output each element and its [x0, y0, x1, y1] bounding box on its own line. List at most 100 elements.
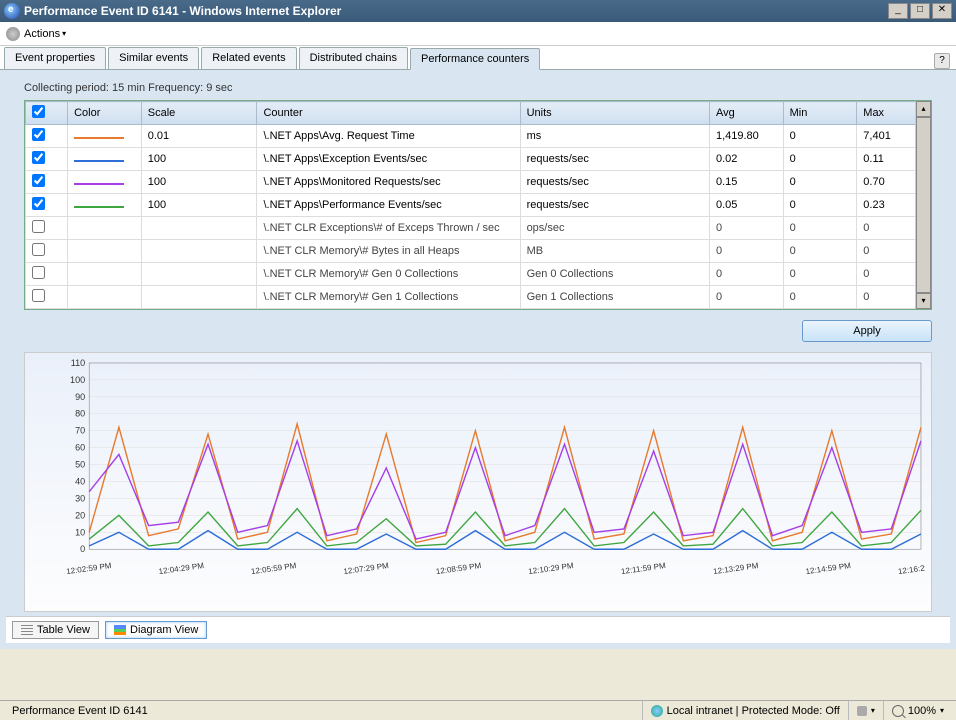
- tab-related-events[interactable]: Related events: [201, 47, 296, 69]
- scroll-down-icon[interactable]: ▾: [916, 293, 931, 309]
- chevron-down-icon: ▾: [940, 706, 944, 715]
- table-row[interactable]: \.NET CLR Memory\# Bytes in all HeapsMB0…: [26, 240, 931, 263]
- cell-counter: \.NET Apps\Exception Events/sec: [257, 148, 520, 171]
- window-titlebar: Performance Event ID 6141 - Windows Inte…: [0, 0, 956, 22]
- svg-text:60: 60: [75, 443, 85, 453]
- cell-min: 0: [783, 171, 857, 194]
- close-button[interactable]: ✕: [932, 3, 952, 19]
- table-row[interactable]: 100\.NET Apps\Monitored Requests/secrequ…: [26, 171, 931, 194]
- table-row[interactable]: \.NET CLR Memory\# Gen 0 CollectionsGen …: [26, 263, 931, 286]
- cell-scale: [141, 286, 257, 309]
- cell-scale: [141, 217, 257, 240]
- svg-text:80: 80: [75, 409, 85, 419]
- cell-avg: 0: [709, 263, 783, 286]
- performance-chart: 010203040506070809010011012:02:59 PM12:0…: [24, 352, 932, 612]
- actions-menu[interactable]: Actions: [24, 28, 60, 40]
- cell-min: 0: [783, 286, 857, 309]
- cell-units: requests/sec: [520, 194, 709, 217]
- cell-scale: 100: [141, 148, 257, 171]
- table-view-button[interactable]: Table View: [12, 621, 99, 639]
- tab-distributed-chains[interactable]: Distributed chains: [299, 47, 408, 69]
- view-toggle-bar: Table View Diagram View: [6, 616, 950, 643]
- scroll-thumb[interactable]: [916, 117, 931, 293]
- lock-icon: [857, 706, 867, 716]
- counters-grid: ColorScaleCounterUnitsAvgMinMax 0.01\.NE…: [24, 100, 932, 310]
- svg-text:12:13:29 PM: 12:13:29 PM: [713, 561, 759, 576]
- svg-text:10: 10: [75, 527, 85, 537]
- color-swatch: [74, 160, 124, 162]
- tab-similar-events[interactable]: Similar events: [108, 47, 199, 69]
- cell-scale: [141, 240, 257, 263]
- maximize-button[interactable]: □: [910, 3, 930, 19]
- row-checkbox[interactable]: [32, 289, 45, 302]
- diagram-view-button[interactable]: Diagram View: [105, 621, 207, 639]
- row-checkbox[interactable]: [32, 220, 45, 233]
- svg-text:12:07:29 PM: 12:07:29 PM: [343, 561, 389, 576]
- svg-text:70: 70: [75, 426, 85, 436]
- cell-counter: \.NET CLR Exceptions\# of Exceps Thrown …: [257, 217, 520, 240]
- col-scale[interactable]: Scale: [141, 102, 257, 125]
- col-min[interactable]: Min: [783, 102, 857, 125]
- table-row[interactable]: \.NET CLR Memory\# Gen 1 CollectionsGen …: [26, 286, 931, 309]
- row-checkbox[interactable]: [32, 243, 45, 256]
- col-counter[interactable]: Counter: [257, 102, 520, 125]
- status-security[interactable]: ▾: [848, 701, 883, 720]
- cell-avg: 1,419.80: [709, 125, 783, 148]
- tab-event-properties[interactable]: Event properties: [4, 47, 106, 69]
- cell-units: ms: [520, 125, 709, 148]
- tab-performance-counters[interactable]: Performance counters: [410, 48, 540, 70]
- table-icon: [21, 625, 33, 635]
- svg-text:12:04:29 PM: 12:04:29 PM: [158, 561, 204, 576]
- cell-min: 0: [783, 240, 857, 263]
- zoom-icon: [892, 705, 904, 717]
- color-swatch: [74, 206, 124, 208]
- scroll-up-icon[interactable]: ▴: [916, 101, 931, 117]
- cell-scale: 100: [141, 194, 257, 217]
- perf-counters-panel: Collecting period: 15 min Frequency: 9 s…: [0, 70, 956, 649]
- cell-counter: \.NET CLR Memory\# Bytes in all Heaps: [257, 240, 520, 263]
- svg-text:50: 50: [75, 460, 85, 470]
- svg-text:12:08:59 PM: 12:08:59 PM: [435, 561, 481, 576]
- status-page: Performance Event ID 6141: [4, 701, 642, 720]
- ie-icon: [4, 3, 20, 19]
- status-zoom[interactable]: 100% ▾: [883, 701, 952, 720]
- gear-icon: [6, 27, 20, 41]
- cell-scale: 0.01: [141, 125, 257, 148]
- grid-scrollbar[interactable]: ▴ ▾: [915, 101, 931, 309]
- actions-bar: Actions ▾: [0, 22, 956, 46]
- row-checkbox[interactable]: [32, 151, 45, 164]
- cell-counter: \.NET Apps\Avg. Request Time: [257, 125, 520, 148]
- chevron-down-icon: ▾: [871, 706, 875, 715]
- minimize-button[interactable]: _: [888, 3, 908, 19]
- row-checkbox[interactable]: [32, 174, 45, 187]
- cell-scale: [141, 263, 257, 286]
- cell-min: 0: [783, 194, 857, 217]
- table-row[interactable]: 0.01\.NET Apps\Avg. Request Timems1,419.…: [26, 125, 931, 148]
- col-check[interactable]: [26, 102, 68, 125]
- row-checkbox[interactable]: [32, 197, 45, 210]
- row-checkbox[interactable]: [32, 128, 45, 141]
- row-checkbox[interactable]: [32, 266, 45, 279]
- cell-units: ops/sec: [520, 217, 709, 240]
- collecting-period-text: Collecting period: 15 min Frequency: 9 s…: [24, 82, 942, 94]
- col-units[interactable]: Units: [520, 102, 709, 125]
- table-view-label: Table View: [37, 624, 90, 636]
- select-all-checkbox[interactable]: [32, 105, 45, 118]
- col-color[interactable]: Color: [68, 102, 142, 125]
- help-icon[interactable]: ?: [934, 53, 950, 69]
- svg-text:12:14:59 PM: 12:14:59 PM: [805, 561, 851, 576]
- table-row[interactable]: 100\.NET Apps\Performance Events/secrequ…: [26, 194, 931, 217]
- tab-strip: Event propertiesSimilar eventsRelated ev…: [0, 46, 956, 70]
- table-row[interactable]: \.NET CLR Exceptions\# of Exceps Thrown …: [26, 217, 931, 240]
- col-avg[interactable]: Avg: [709, 102, 783, 125]
- diagram-icon: [114, 625, 126, 635]
- cell-avg: 0.05: [709, 194, 783, 217]
- cell-units: requests/sec: [520, 171, 709, 194]
- cell-avg: 0.15: [709, 171, 783, 194]
- cell-min: 0: [783, 263, 857, 286]
- cell-counter: \.NET Apps\Performance Events/sec: [257, 194, 520, 217]
- window-title: Performance Event ID 6141 - Windows Inte…: [24, 4, 886, 18]
- apply-button[interactable]: Apply: [802, 320, 932, 342]
- status-bar: Performance Event ID 6141 Local intranet…: [0, 700, 956, 720]
- table-row[interactable]: 100\.NET Apps\Exception Events/secreques…: [26, 148, 931, 171]
